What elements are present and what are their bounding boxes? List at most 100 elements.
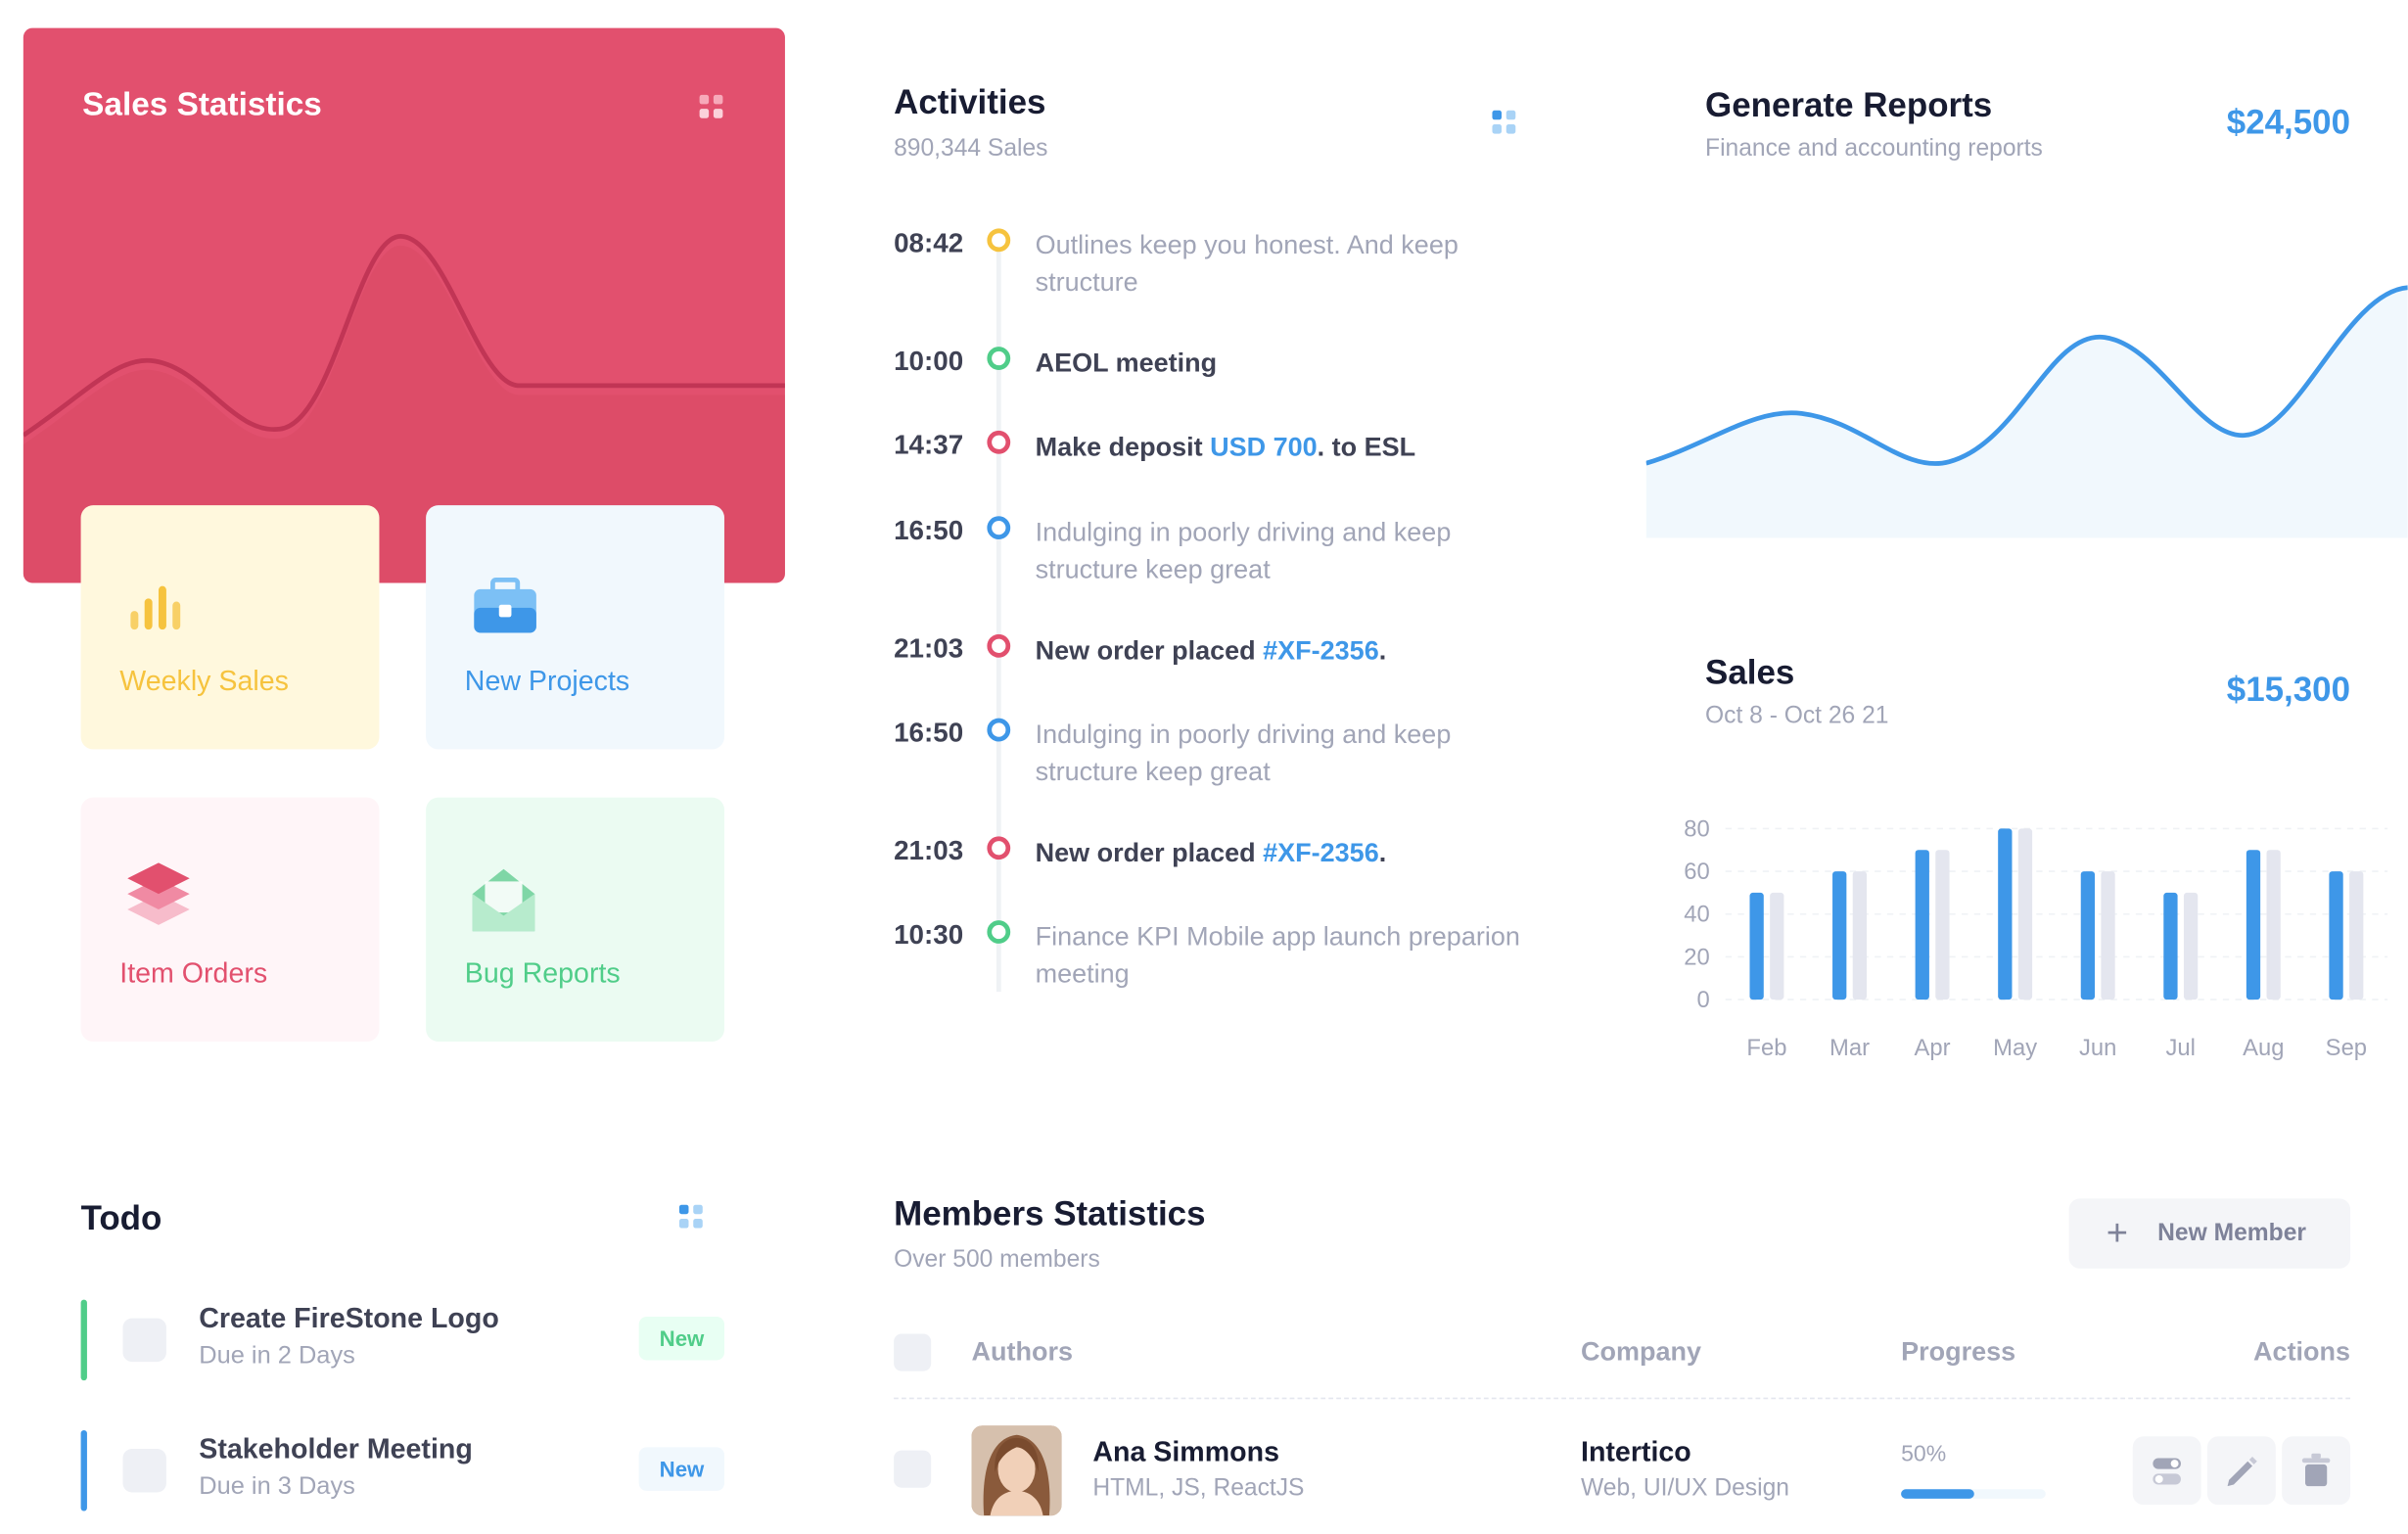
timeline-dot-icon [987, 718, 1011, 742]
todo-due: Due in 3 Days [199, 1473, 355, 1501]
activities-subtitle: 890,344 Sales [894, 135, 1048, 163]
todo-title: Todo [80, 1198, 162, 1238]
activity-text: AEOL meeting [1035, 348, 1218, 378]
activity-text: New order placed #XF-2356. [1036, 632, 1533, 670]
todo-title: Stakeholder Meeting [199, 1433, 473, 1464]
bar [2246, 850, 2261, 1000]
order-link[interactable]: #XF-2356 [1263, 635, 1379, 665]
bar-chart-icon [130, 585, 181, 630]
bar [1998, 828, 2013, 1000]
x-tick-label: Sep [2326, 1035, 2367, 1061]
envelope-icon [472, 868, 535, 932]
column-header-company[interactable]: Company [1581, 1337, 1701, 1369]
x-tick-label: Feb [1746, 1035, 1786, 1061]
tile-label: Weekly Sales [119, 665, 289, 697]
member-name[interactable]: Ana Simmons [1092, 1436, 1279, 1468]
briefcase-icon [474, 577, 536, 633]
generate-reports-subtitle: Finance and accounting reports [1705, 135, 2043, 163]
todo-title: Create FireStone Logo [199, 1302, 499, 1334]
generate-reports-title: Generate Reports [1705, 85, 1993, 125]
activity-time: 21:03 [894, 834, 964, 866]
timeline-dot-icon [987, 633, 1011, 658]
x-tick-label: Apr [1915, 1035, 1951, 1061]
tile-new-projects[interactable]: New Projects [426, 505, 725, 750]
status-badge: New [638, 1447, 725, 1491]
member-skills: HTML, JS, ReactJS [1092, 1475, 1305, 1503]
todo-status-bar [80, 1429, 87, 1511]
y-tick-label: 20 [1684, 944, 1709, 970]
activity-text: Outlines keep you honest. And keep struc… [1035, 230, 1459, 298]
pencil-icon [2227, 1456, 2257, 1487]
activity-time: 16:50 [894, 717, 964, 748]
timeline-dot-icon [987, 430, 1011, 454]
toggle-icon [2153, 1458, 2181, 1485]
members-subtitle: Over 500 members [894, 1246, 1100, 1274]
activity-time: 16:50 [894, 514, 964, 546]
activity-text-prefix: New order placed [1035, 837, 1264, 868]
activity-text-suffix: . to ESL [1317, 432, 1416, 462]
tile-bug-reports[interactable]: Bug Reports [426, 797, 725, 1042]
column-header-authors[interactable]: Authors [972, 1337, 1073, 1369]
sales-bar-chart: 80 60 40 20 0 Feb Mar Apr May Jun Jul Aug Sep [1684, 815, 2388, 1061]
activity-text: Indulging in poorly driving and keep str… [1035, 517, 1452, 585]
plus-icon: + [2106, 1212, 2128, 1255]
bar [1852, 871, 1867, 1000]
y-tick-label: 40 [1684, 902, 1709, 928]
timeline-dot-icon [987, 347, 1011, 370]
deposit-link[interactable]: USD 700 [1210, 432, 1318, 461]
progress-track [1901, 1489, 2046, 1499]
activity-time: 10:30 [894, 918, 964, 951]
activity-text: Indulging in poorly driving and keep str… [1035, 720, 1452, 787]
select-all-checkbox[interactable] [894, 1333, 932, 1371]
tile-label: Bug Reports [464, 957, 621, 989]
bar [1915, 850, 1929, 1000]
timeline-dot-icon [987, 228, 1011, 253]
y-tick-label: 60 [1684, 859, 1709, 885]
member-company: Intertico [1580, 1436, 1691, 1468]
progress-fill [1901, 1489, 1973, 1499]
bar [2349, 871, 2364, 1000]
todo-checkbox[interactable] [122, 1449, 166, 1493]
bar [1832, 871, 1847, 1000]
bar [2183, 892, 2199, 1000]
y-tick-label: 0 [1697, 987, 1710, 1013]
more-menu-icon[interactable] [1492, 110, 1516, 135]
activity-text-suffix: . [1378, 837, 1387, 868]
tile-weekly-sales[interactable]: Weekly Sales [80, 505, 380, 750]
timeline-dot-icon [987, 836, 1011, 860]
column-header-progress[interactable]: Progress [1901, 1337, 2015, 1369]
todo-status-bar [80, 1299, 87, 1381]
more-menu-icon[interactable] [678, 1204, 704, 1230]
todo-item: Create FireStone Logo Due in 2 Days New [80, 1299, 728, 1381]
bar [2101, 871, 2115, 1000]
bar [2163, 892, 2178, 1000]
bar [1749, 892, 1764, 1000]
sales-statistics-card: Sales Statistics [23, 27, 785, 583]
bar [2329, 871, 2343, 1000]
timeline-dot-icon [987, 920, 1011, 944]
activity-text-prefix: Make deposit [1035, 432, 1211, 462]
activity-text: New order placed #XF-2356. [1036, 835, 1533, 872]
tile-item-orders[interactable]: Item Orders [80, 797, 380, 1042]
activity-text: Finance KPI Mobile app launch preparion … [1035, 921, 1520, 989]
new-member-label: New Member [2157, 1220, 2306, 1247]
generate-reports-amount: $24,500 [2226, 102, 2351, 142]
x-tick-label: May [1993, 1035, 2037, 1061]
delete-button[interactable] [2282, 1436, 2351, 1506]
todo-checkbox[interactable] [122, 1318, 166, 1363]
tile-label: Item Orders [119, 957, 268, 989]
order-link[interactable]: #XF-2356 [1263, 838, 1379, 867]
toggle-button[interactable] [2132, 1436, 2201, 1506]
activity-time: 14:37 [894, 429, 964, 461]
sales-wave-chart [23, 233, 785, 583]
new-member-button[interactable]: + New Member [2068, 1198, 2351, 1269]
activity-text-suffix: . [1378, 635, 1387, 666]
sales-subtitle: Oct 8 - Oct 26 21 [1705, 702, 1889, 729]
row-checkbox[interactable] [894, 1450, 932, 1488]
activity-text: Make deposit USD 700. to ESL [1036, 429, 1533, 466]
timeline-dot-icon [987, 516, 1011, 540]
todo-item: Stakeholder Meeting Due in 3 Days New [80, 1429, 728, 1511]
members-title: Members Statistics [894, 1193, 1206, 1233]
edit-button[interactable] [2206, 1436, 2276, 1506]
bar [1770, 892, 1784, 1000]
